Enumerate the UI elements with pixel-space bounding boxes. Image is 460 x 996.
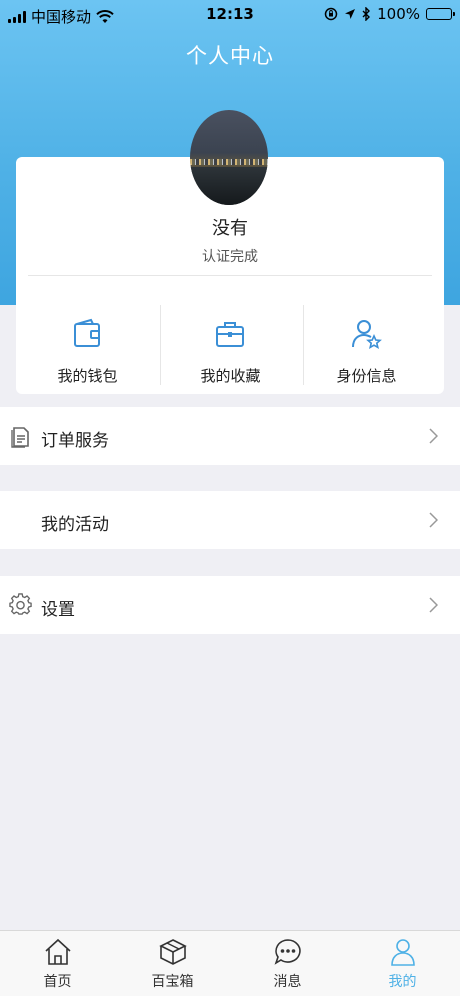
gear-icon <box>9 593 32 615</box>
page-title: 个人中心 <box>186 44 274 68</box>
menu-item-settings[interactable]: 设置 <box>0 576 460 634</box>
tab-label: 我的 <box>388 974 417 990</box>
menu-item-activities[interactable]: 我的活动 <box>0 491 460 549</box>
home-icon <box>45 938 71 965</box>
tab-messages[interactable]: 消息 <box>230 931 345 996</box>
menu-item-label: 我的活动 <box>41 515 109 535</box>
quick-action-identity[interactable]: 身份信息 <box>295 305 438 385</box>
profile-status: 认证完成 <box>202 249 258 265</box>
menu-item-orders[interactable]: 订单服务 <box>0 407 460 465</box>
menu-item-label: 设置 <box>41 600 75 620</box>
user-star-icon <box>352 320 382 350</box>
wallet-icon <box>74 318 100 347</box>
rotation-lock-icon <box>324 7 338 21</box>
card-divider <box>28 275 432 276</box>
box-icon <box>159 939 187 965</box>
tab-bar: 首页 百宝箱 消息 我的 <box>0 930 460 996</box>
chevron-right-icon <box>429 428 438 444</box>
battery-percent: 100% <box>377 5 420 23</box>
document-icon <box>11 427 29 448</box>
profile-name: 没有 <box>212 218 248 239</box>
tab-mine[interactable]: 我的 <box>345 931 460 996</box>
chevron-right-icon <box>429 512 438 528</box>
location-icon <box>345 9 356 19</box>
tab-home[interactable]: 首页 <box>0 931 115 996</box>
status-right: 100% <box>324 5 455 23</box>
quick-action-favorites[interactable]: 我的收藏 <box>159 305 302 385</box>
briefcase-icon <box>216 322 244 347</box>
bluetooth-icon <box>362 7 371 21</box>
tab-toolbox[interactable]: 百宝箱 <box>115 931 230 996</box>
quick-action-label: 我的收藏 <box>200 367 261 385</box>
battery-icon <box>426 8 455 20</box>
quick-action-label: 身份信息 <box>336 367 397 385</box>
tab-label: 消息 <box>273 974 302 990</box>
chat-bubble-icon <box>274 939 301 965</box>
quick-action-wallet[interactable]: 我的钱包 <box>16 305 159 385</box>
tab-label: 首页 <box>43 974 72 990</box>
avatar[interactable] <box>190 110 268 205</box>
quick-action-label: 我的钱包 <box>57 367 118 385</box>
chevron-right-icon <box>429 597 438 613</box>
status-bar: 中国移动 12:13 100% <box>0 0 460 30</box>
menu-item-label: 订单服务 <box>41 431 109 451</box>
person-icon <box>391 939 415 966</box>
tab-label: 百宝箱 <box>151 974 194 990</box>
